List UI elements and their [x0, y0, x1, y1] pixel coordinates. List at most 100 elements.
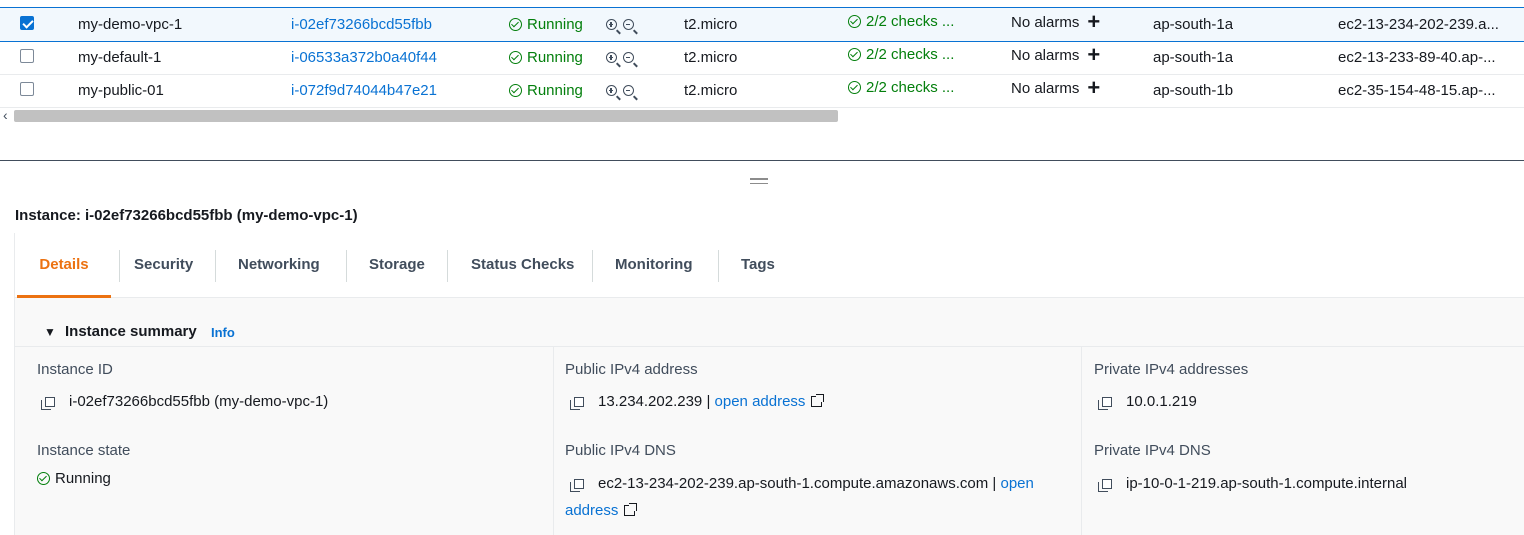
instance-state-text: Running	[55, 470, 111, 487]
status-checks-label: 2/2 checks ...	[866, 79, 955, 96]
instance-state-value: Running	[37, 470, 111, 487]
copy-icon[interactable]	[41, 397, 55, 410]
external-link-icon[interactable]	[624, 503, 638, 516]
table-row[interactable]: my-public-01 i-072f9d74044b47e21 Running…	[0, 74, 1524, 108]
table-row[interactable]: my-default-1 i-06533a372b0a40f44 Running…	[0, 41, 1524, 75]
add-alarm-icon[interactable]: +	[1087, 75, 1100, 100]
private-dns-value: ip-10-0-1-219.ap-south-1.compute.interna…	[1098, 475, 1407, 492]
instance-id-text: i-02ef73266bcd55fbb (my-demo-vpc-1)	[69, 393, 329, 410]
status-checks-label: 2/2 checks ...	[866, 46, 955, 63]
tab-separator	[119, 250, 120, 282]
tab-separator	[718, 250, 719, 282]
instance-type: t2.micro	[684, 82, 738, 99]
instance-id-link[interactable]: i-02ef73266bcd55fbb	[291, 8, 432, 41]
scrollbar-thumb[interactable]	[14, 110, 838, 122]
public-ipv4-label: Public IPv4 address	[565, 361, 698, 378]
tab-status-checks[interactable]: Status Checks	[471, 233, 574, 295]
instance-name: my-public-01	[78, 82, 164, 99]
status-checks[interactable]: 2/2 checks ...	[848, 5, 954, 38]
public-dns-value: ec2-13-234-202-239.ap-south-1.compute.am…	[570, 475, 1034, 492]
instance-name: my-demo-vpc-1	[78, 16, 183, 33]
row-checkbox[interactable]	[20, 82, 34, 96]
availability-zone: ap-south-1b	[1153, 82, 1234, 99]
resize-handle-icon[interactable]	[750, 178, 768, 184]
tab-separator	[215, 250, 216, 282]
details-tabs: Details Security Networking Storage Stat…	[15, 233, 1524, 298]
tab-storage[interactable]: Storage	[369, 233, 425, 295]
zoom-in-icon[interactable]	[606, 19, 621, 35]
zoom-controls	[606, 8, 640, 41]
tab-networking[interactable]: Networking	[238, 233, 320, 295]
copy-icon[interactable]	[570, 479, 584, 492]
horizontal-scrollbar[interactable]: ‹	[0, 107, 1524, 124]
tab-details[interactable]: Details	[17, 233, 111, 298]
tab-monitoring[interactable]: Monitoring	[615, 233, 692, 295]
public-dns: ec2-13-233-89-40.ap-...	[1338, 49, 1496, 66]
split-divider	[0, 160, 1524, 161]
private-dns-label: Private IPv4 DNS	[1094, 442, 1211, 459]
tab-separator	[592, 250, 593, 282]
separator: |	[706, 393, 711, 410]
zoom-controls	[606, 41, 640, 74]
instance-type: t2.micro	[684, 49, 738, 66]
check-circle-icon	[848, 81, 861, 94]
private-ipv4-text: 10.0.1.219	[1126, 393, 1197, 410]
alarm-label: No alarms	[1011, 80, 1080, 97]
instance-state-label: Running	[527, 49, 583, 66]
zoom-out-icon[interactable]	[623, 52, 638, 68]
separator: |	[992, 475, 997, 492]
info-link[interactable]: Info	[211, 325, 235, 340]
instance-details-title: Instance: i-02ef73266bcd55fbb (my-demo-v…	[15, 207, 358, 224]
zoom-in-icon[interactable]	[606, 85, 621, 101]
private-ipv4-value: 10.0.1.219	[1098, 393, 1197, 410]
copy-icon[interactable]	[570, 397, 584, 410]
zoom-controls	[606, 74, 640, 107]
instance-summary-title[interactable]: Instance summary	[65, 323, 197, 340]
instance-summary-header	[15, 298, 1524, 347]
public-ipv4-value: 13.234.202.239 | open address	[570, 393, 825, 410]
open-address-link[interactable]: address	[565, 502, 618, 519]
add-alarm-icon[interactable]: +	[1087, 42, 1100, 67]
alarm-label: No alarms	[1011, 14, 1080, 31]
external-link-icon[interactable]	[811, 394, 825, 407]
instance-id-link[interactable]: i-072f9d74044b47e21	[291, 74, 437, 107]
private-dns-text: ip-10-0-1-219.ap-south-1.compute.interna…	[1126, 475, 1407, 492]
alarm-status: No alarms +	[1011, 5, 1100, 38]
check-circle-icon	[509, 84, 522, 97]
table-row[interactable]: my-demo-vpc-1 i-02ef73266bcd55fbb Runnin…	[0, 7, 1524, 42]
copy-icon[interactable]	[1098, 479, 1112, 492]
zoom-in-icon[interactable]	[606, 52, 621, 68]
instance-id-link[interactable]: i-06533a372b0a40f44	[291, 41, 437, 74]
check-circle-icon	[848, 48, 861, 61]
collapse-caret-icon[interactable]: ▼	[44, 325, 56, 339]
alarm-status: No alarms +	[1011, 38, 1100, 71]
copy-icon[interactable]	[1098, 397, 1112, 410]
public-ipv4-text: 13.234.202.239	[598, 393, 703, 410]
tab-tags[interactable]: Tags	[741, 233, 775, 295]
open-address-link[interactable]: open address	[715, 393, 806, 410]
check-circle-icon	[37, 472, 50, 485]
add-alarm-icon[interactable]: +	[1087, 9, 1100, 34]
public-dns: ec2-13-234-202-239.a...	[1338, 16, 1499, 33]
open-address-link[interactable]: open	[1000, 475, 1033, 492]
column-separator	[553, 347, 554, 535]
alarm-status: No alarms +	[1011, 71, 1100, 104]
instance-state-label: Running	[527, 16, 583, 33]
check-circle-icon	[848, 15, 861, 28]
scroll-left-icon[interactable]: ‹	[3, 107, 8, 123]
row-checkbox[interactable]	[20, 16, 34, 30]
status-checks[interactable]: 2/2 checks ...	[848, 71, 954, 104]
instance-id-value: i-02ef73266bcd55fbb (my-demo-vpc-1)	[41, 393, 329, 410]
zoom-out-icon[interactable]	[623, 85, 638, 101]
instance-state: Running	[509, 8, 583, 41]
tab-separator	[346, 250, 347, 282]
row-checkbox[interactable]	[20, 49, 34, 63]
tab-security[interactable]: Security	[134, 233, 193, 295]
private-ipv4-label: Private IPv4 addresses	[1094, 361, 1249, 378]
zoom-out-icon[interactable]	[623, 19, 638, 35]
instance-name: my-default-1	[78, 49, 162, 66]
status-checks-label: 2/2 checks ...	[866, 13, 955, 30]
check-circle-icon	[509, 18, 522, 31]
public-dns-label: Public IPv4 DNS	[565, 442, 676, 459]
status-checks[interactable]: 2/2 checks ...	[848, 38, 954, 71]
